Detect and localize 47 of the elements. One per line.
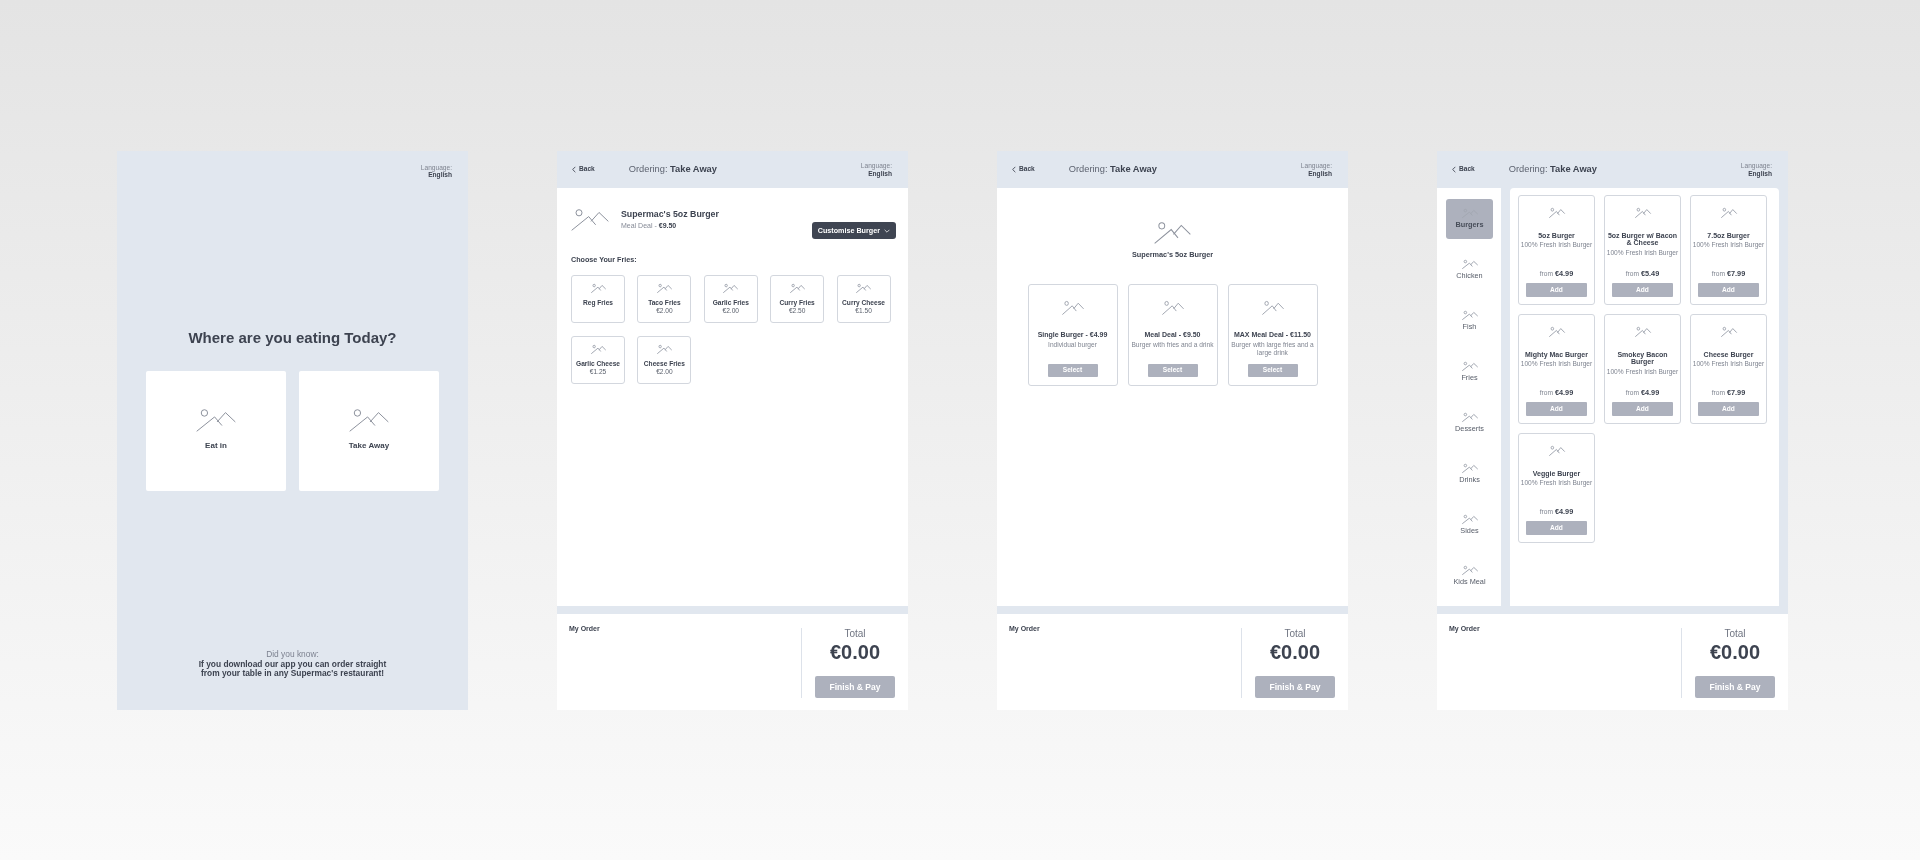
page-title: Ordering: Take Away <box>1508 162 1597 176</box>
chevron-down-icon <box>884 228 890 233</box>
image-icon <box>1548 327 1565 337</box>
chevron-left-icon <box>572 166 576 173</box>
image-icon <box>1461 310 1478 320</box>
image-icon <box>590 344 606 354</box>
total-label: Total <box>844 628 866 639</box>
image-icon <box>856 283 872 293</box>
image-icon <box>571 209 609 231</box>
image-icon <box>1461 361 1478 371</box>
total-amount: €0.00 <box>1269 641 1321 663</box>
image-icon <box>1634 208 1651 218</box>
image-icon <box>1720 327 1737 337</box>
image-icon <box>789 283 805 293</box>
option-card[interactable]: Eat in <box>146 370 286 491</box>
image-icon <box>1461 259 1478 269</box>
image-icon <box>1461 565 1478 575</box>
total-label: Total <box>1724 628 1746 639</box>
total-label: Total <box>1284 628 1306 639</box>
image-icon <box>723 283 739 293</box>
image-icon <box>1261 300 1284 315</box>
tip-heading: Did you know: <box>265 650 320 660</box>
image-icon <box>656 283 672 293</box>
image-icon <box>1548 208 1565 218</box>
image-icon <box>1720 208 1737 218</box>
chevron-left-icon <box>1452 166 1456 173</box>
product-name: Supermac's 5oz Burger <box>621 209 719 221</box>
heading: Where are you eating Today? <box>187 328 398 347</box>
image-icon <box>1154 222 1191 244</box>
image-icon <box>196 409 236 432</box>
image-icon <box>1061 300 1084 315</box>
image-icon <box>590 283 606 293</box>
total-amount: €0.00 <box>829 641 881 663</box>
image-icon <box>1634 327 1651 337</box>
image-icon <box>1461 514 1478 524</box>
page-title: Ordering: Take Away <box>628 162 717 176</box>
chevron-left-icon <box>1012 166 1016 173</box>
image-icon <box>1161 300 1184 315</box>
option-card[interactable]: Take Away <box>299 370 439 491</box>
image-icon <box>1548 446 1565 456</box>
image-icon <box>1461 463 1478 473</box>
page-title: Ordering: Take Away <box>1068 162 1157 176</box>
tip-text: If you download our app you can order straight from your table in any Supermac's restaurant! <box>197 659 388 678</box>
total-amount: €0.00 <box>1709 641 1761 663</box>
image-icon <box>349 409 389 432</box>
image-icon <box>656 344 672 354</box>
image-icon <box>1461 412 1478 422</box>
